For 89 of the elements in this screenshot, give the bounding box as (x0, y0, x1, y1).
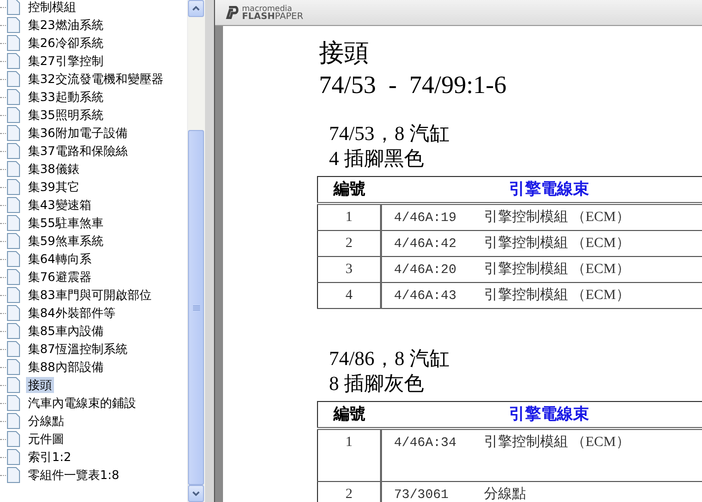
document-icon (7, 143, 20, 159)
scroll-thumb[interactable] (188, 130, 204, 485)
document-icon (7, 287, 20, 303)
section-subheading: 4 插腳黑色 (329, 147, 425, 172)
table-cell: 引擎控制模組 （ECM） (484, 210, 630, 225)
document-icon (7, 71, 20, 87)
tree-item[interactable]: 集59煞車系統 (26, 233, 106, 249)
document-icon (7, 341, 20, 357)
tree-item[interactable]: 集76避震器 (26, 269, 94, 285)
table-cell: 1 (318, 204, 381, 230)
tree-item[interactable]: 集84外裝部件等 (26, 305, 118, 321)
document-icon (7, 179, 20, 195)
tree-item[interactable]: 集37電路和保險絲 (26, 143, 130, 159)
scroll-down-button[interactable] (188, 485, 204, 502)
document-icon (7, 107, 20, 123)
document-icon (7, 359, 20, 375)
tree-item[interactable]: 汽車內電線束的鋪設 (26, 395, 138, 411)
tree-item[interactable]: 集38儀錶 (26, 161, 82, 177)
table-cell: 分線點 (484, 487, 526, 502)
column-header: 編號 (318, 402, 381, 428)
document-icon (7, 0, 20, 15)
document-icon (7, 233, 20, 249)
document-icon (7, 269, 20, 285)
logo-icon (225, 6, 239, 19)
table-cell: 2 (318, 230, 381, 256)
document-icon (7, 53, 20, 69)
document-icon (7, 431, 20, 447)
tree-item[interactable]: 索引1:2 (26, 449, 74, 465)
table-cell: 4 (318, 282, 381, 308)
tree-item[interactable]: 集64轉向系 (26, 251, 94, 267)
tree-item[interactable]: 零組件一覽表1:8 (26, 467, 122, 483)
document-icon (7, 161, 20, 177)
document-icon (7, 17, 20, 33)
tree-item[interactable]: 集33起動系統 (26, 89, 106, 105)
product-text: FLASHPAPER (242, 12, 304, 20)
table-cell: 1 (318, 428, 381, 482)
column-header: 引擎電線束 (381, 402, 702, 428)
table-cell: 2 (318, 482, 381, 502)
tree-item[interactable]: 集85車內設備 (26, 323, 106, 339)
document-icon (7, 197, 20, 213)
column-header: 引擎電線束 (381, 176, 702, 204)
tree-item[interactable]: 集23燃油系統 (26, 17, 106, 33)
tree-item[interactable]: 接頭 (26, 377, 54, 393)
tree-item[interactable]: 集87恆溫控制系統 (26, 341, 130, 357)
table-cell-text: 4/46A:19 (394, 209, 458, 227)
table-cell: 引擎控制模組 （ECM） (484, 435, 630, 450)
table-cell-text: 4/46A:42 (394, 235, 458, 253)
document-icon (7, 89, 20, 105)
tree-item[interactable]: 集26冷卻系統 (26, 35, 106, 51)
tree-item[interactable]: 集88內部設備 (26, 359, 106, 375)
table-cell: 引擎控制模組 （ECM） (484, 262, 630, 277)
table-cell: 引擎控制模組 （ECM） (484, 288, 630, 303)
document-icon (7, 251, 20, 267)
tree-item[interactable]: 集36附加電子設備 (26, 125, 130, 141)
table-cell: 引擎控制模組 （ECM） (484, 236, 630, 251)
document-icon (7, 323, 20, 339)
tree-item[interactable]: 集43變速箱 (26, 197, 94, 213)
document-icon (7, 377, 20, 393)
table-cell: 3 (318, 256, 381, 282)
panel-splitter[interactable] (205, 0, 215, 502)
document-icon (7, 413, 20, 429)
table-cell-text: 4/46A:34 (394, 434, 458, 452)
tree-item[interactable]: 集83車門與可開啟部位 (26, 287, 154, 303)
document-icon (7, 305, 20, 321)
tree-item[interactable]: 分線點 (26, 413, 66, 429)
tree-item[interactable]: 集27引擎控制 (26, 53, 106, 69)
brand-text: macromedia (242, 4, 292, 12)
table-cell-text: 4/46A:43 (394, 287, 458, 305)
table-cell-text: 4/46A:20 (394, 261, 458, 279)
tree-item[interactable]: 元件圖 (26, 431, 66, 447)
table-cell-text: 73/3061 (394, 486, 450, 502)
document-icon (7, 215, 20, 231)
document-icon (7, 395, 20, 411)
document-icon (7, 449, 20, 465)
tree-item[interactable]: 集55駐車煞車 (26, 215, 106, 231)
scroll-up-button[interactable] (188, 0, 204, 17)
page-subtitle: 74/53 - 74/99:1-6 (319, 71, 508, 101)
page-title: 接頭 (319, 39, 370, 69)
section-heading: 74/86，8 汽缸 (329, 347, 451, 372)
section-heading: 74/53，8 汽缸 (329, 122, 451, 147)
tree-item[interactable]: 集39其它 (26, 179, 82, 195)
document-icon (7, 35, 20, 51)
tree-item[interactable]: 集32交流發電機和變壓器 (26, 71, 166, 87)
tree-item[interactable]: 控制模組 (26, 0, 78, 15)
document-icon (7, 467, 20, 483)
tree-item[interactable]: 集35照明系統 (26, 107, 106, 123)
section-subheading: 8 插腳灰色 (329, 372, 425, 397)
document-icon (7, 125, 20, 141)
column-header: 編號 (318, 176, 381, 204)
